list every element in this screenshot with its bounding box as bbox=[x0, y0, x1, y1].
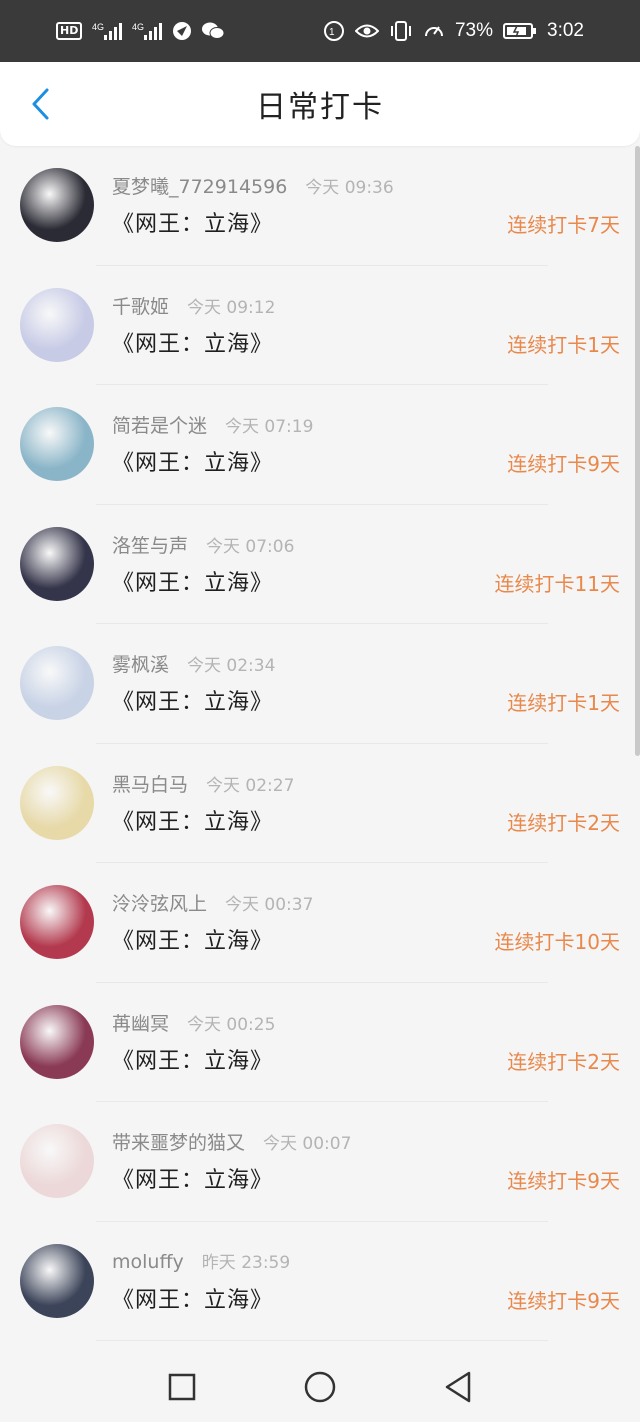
list-item[interactable]: 夏梦曦_772914596 今天 09:36 《网王：立海》 连续打卡7天 bbox=[0, 146, 640, 266]
status-left-icons: HD 4G 4G bbox=[56, 21, 225, 41]
page-title: 日常打卡 bbox=[256, 90, 384, 125]
list-item[interactable]: 带来噩梦的猫又 今天 00:07 《网王：立海》 连续打卡9天 bbox=[0, 1102, 640, 1222]
username[interactable]: 洛笙与声 bbox=[112, 531, 188, 558]
meta-line: 雾枫溪 今天 02:34 bbox=[112, 650, 640, 676]
username[interactable]: 带来噩梦的猫又 bbox=[112, 1128, 245, 1155]
streak-label: 连续打卡9天 bbox=[507, 452, 620, 476]
svg-text:4G: 4G bbox=[132, 22, 144, 32]
data-saver-icon: 1 bbox=[323, 20, 345, 42]
timestamp: 昨天 23:59 bbox=[201, 1252, 291, 1273]
streak-label: 连续打卡9天 bbox=[507, 1169, 620, 1193]
avatar[interactable] bbox=[20, 1124, 94, 1198]
avatar[interactable] bbox=[20, 646, 94, 720]
username[interactable]: 夏梦曦_772914596 bbox=[112, 172, 287, 199]
meta-line: 夏梦曦_772914596 今天 09:36 bbox=[112, 172, 640, 198]
recent-apps-icon bbox=[168, 1373, 196, 1401]
chevron-left-icon bbox=[32, 88, 49, 120]
streak-label: 连续打卡9天 bbox=[507, 1288, 620, 1313]
list-item[interactable]: 泠泠弦风上 今天 00:37 《网王：立海》 连续打卡10天 bbox=[0, 863, 640, 983]
meta-line: 千歌姬 今天 09:12 bbox=[112, 292, 640, 318]
timestamp: 今天 07:19 bbox=[225, 417, 314, 437]
list-item[interactable]: 洛笙与声 今天 07:06 《网王：立海》 连续打卡11天 bbox=[0, 505, 640, 625]
username[interactable]: 雾枫溪 bbox=[112, 650, 169, 677]
recent-apps-button[interactable] bbox=[164, 1369, 200, 1405]
meta-line: 泠泠弦风上 今天 00:37 bbox=[112, 889, 640, 915]
eye-icon bbox=[354, 22, 379, 40]
avatar[interactable] bbox=[20, 885, 94, 959]
system-nav-bar bbox=[0, 1352, 640, 1422]
battery-icon bbox=[503, 22, 537, 40]
meta-line: 苒幽冥 今天 00:25 bbox=[112, 1009, 640, 1035]
timestamp: 今天 00:07 bbox=[263, 1134, 352, 1154]
timestamp: 今天 00:37 bbox=[225, 895, 314, 915]
streak-label: 连续打卡2天 bbox=[507, 810, 620, 835]
status-right-icons: 1 73% 3:02 bbox=[323, 20, 584, 42]
meta-line: 带来噩梦的猫又 今天 00:07 bbox=[112, 1128, 640, 1154]
streak-label: 连续打卡7天 bbox=[507, 213, 620, 237]
streak-label: 连续打卡10天 bbox=[494, 930, 620, 954]
speedometer-icon bbox=[423, 20, 445, 42]
timestamp: 今天 09:36 bbox=[305, 178, 394, 198]
list-item[interactable]: 雾枫溪 今天 02:34 《网王：立海》 连续打卡1天 bbox=[0, 624, 640, 744]
svg-text:1: 1 bbox=[329, 27, 335, 38]
username[interactable]: moluffy bbox=[112, 1251, 184, 1273]
meta-line: moluffy 昨天 23:59 bbox=[112, 1248, 640, 1274]
header: 日常打卡 bbox=[0, 62, 640, 146]
username[interactable]: 泠泠弦风上 bbox=[112, 889, 207, 916]
streak-label: 连续打卡1天 bbox=[507, 691, 620, 715]
list-item[interactable]: 苒幽冥 今天 00:25 《网王：立海》 连续打卡2天 bbox=[0, 983, 640, 1103]
username[interactable]: 千歌姬 bbox=[112, 292, 169, 319]
svg-text:4G: 4G bbox=[92, 22, 104, 32]
scrollbar[interactable] bbox=[635, 146, 640, 756]
list-item[interactable]: 千歌姬 今天 09:12 《网王：立海》 连续打卡1天 bbox=[0, 266, 640, 386]
checkin-list: 夏梦曦_772914596 今天 09:36 《网王：立海》 连续打卡7天 千歌… bbox=[0, 146, 640, 1352]
avatar[interactable] bbox=[20, 1004, 94, 1079]
timestamp: 今天 09:12 bbox=[187, 297, 276, 318]
timestamp: 今天 00:25 bbox=[187, 1014, 276, 1035]
streak-label: 连续打卡1天 bbox=[507, 332, 620, 357]
avatar[interactable] bbox=[20, 765, 94, 840]
back-icon bbox=[445, 1371, 471, 1403]
meta-line: 简若是个迷 今天 07:19 bbox=[112, 411, 640, 437]
battery-percent: 73% bbox=[454, 20, 494, 41]
avatar[interactable] bbox=[20, 287, 94, 362]
4g-signal-icon: 4G bbox=[132, 21, 163, 41]
back-button[interactable] bbox=[20, 82, 60, 126]
avatar[interactable] bbox=[20, 407, 94, 481]
avatar[interactable] bbox=[20, 1243, 94, 1318]
meta-line: 洛笙与声 今天 07:06 bbox=[112, 531, 640, 557]
avatar[interactable] bbox=[20, 168, 94, 242]
app-icon bbox=[172, 21, 192, 41]
clock: 3:02 bbox=[547, 20, 584, 41]
timestamp: 今天 07:06 bbox=[206, 536, 295, 557]
nav-back-button[interactable] bbox=[440, 1369, 476, 1405]
status-bar: HD 4G 4G 1 73% 3:02 bbox=[0, 0, 640, 62]
timestamp: 今天 02:34 bbox=[187, 656, 276, 676]
username[interactable]: 苒幽冥 bbox=[112, 1009, 169, 1036]
vibrate-icon bbox=[389, 20, 413, 42]
username[interactable]: 黑马白马 bbox=[112, 770, 188, 797]
streak-label: 连续打卡11天 bbox=[494, 571, 620, 596]
home-button[interactable] bbox=[302, 1369, 338, 1405]
list-item[interactable]: 黑马白马 今天 02:27 《网王：立海》 连续打卡2天 bbox=[0, 744, 640, 864]
hd-icon: HD bbox=[56, 22, 83, 40]
4g-signal-icon: 4G bbox=[92, 21, 123, 41]
list-item[interactable]: moluffy 昨天 23:59 《网王：立海》 连续打卡9天 bbox=[0, 1222, 640, 1342]
home-icon bbox=[304, 1371, 336, 1403]
wechat-icon bbox=[202, 21, 225, 41]
timestamp: 今天 02:27 bbox=[206, 775, 295, 796]
meta-line: 黑马白马 今天 02:27 bbox=[112, 770, 640, 796]
list-item[interactable]: 简若是个迷 今天 07:19 《网王：立海》 连续打卡9天 bbox=[0, 385, 640, 505]
streak-label: 连续打卡2天 bbox=[507, 1049, 620, 1074]
avatar[interactable] bbox=[20, 526, 94, 601]
username[interactable]: 简若是个迷 bbox=[112, 411, 207, 438]
